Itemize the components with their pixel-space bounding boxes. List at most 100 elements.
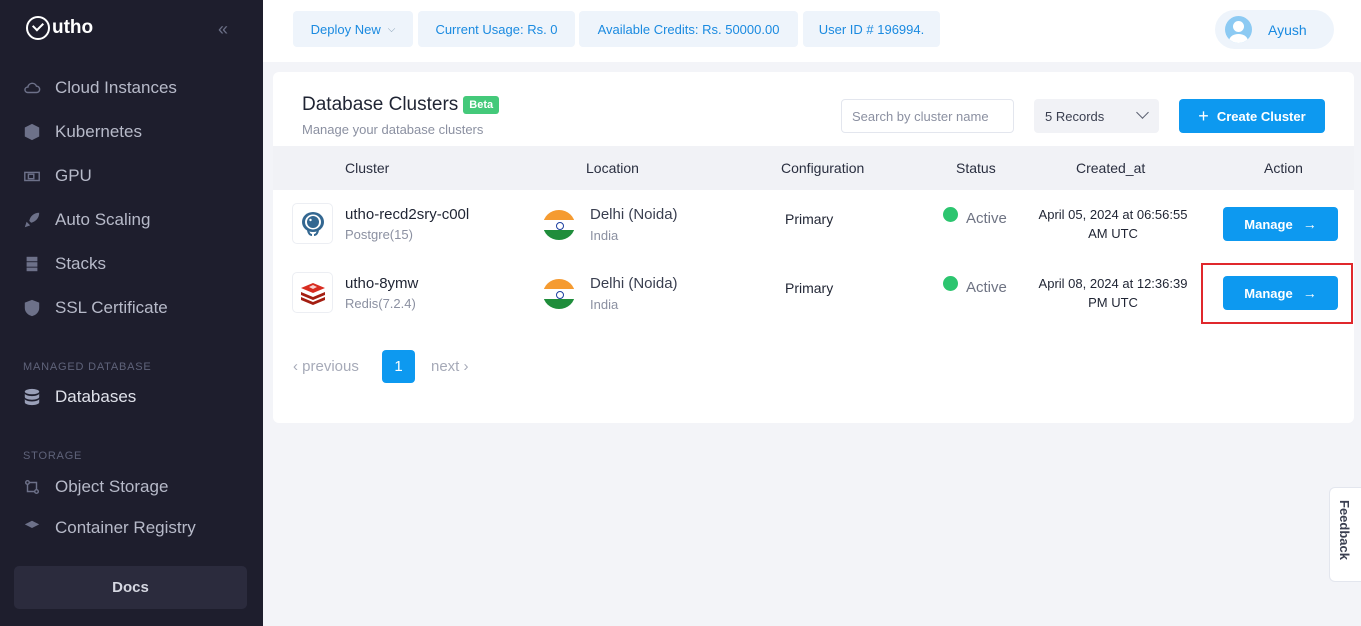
created-at-line2: PM UTC [1088,295,1138,310]
created-at-line2: AM UTC [1088,226,1138,241]
chevron-down-icon [1136,106,1149,119]
sidebar-item-label: Auto Scaling [55,210,151,229]
status-dot-icon [943,207,958,222]
sidebar-item-label: Object Storage [55,477,169,496]
india-flag-icon [543,210,575,240]
sidebar-item-databases[interactable]: Databases [22,385,136,409]
arrow-right-icon: → [1302,216,1317,232]
page-subtitle: Manage your database clusters [302,122,484,137]
kubernetes-icon [22,122,42,142]
location-name: Delhi (Noida) [590,206,678,223]
top-bar: Deploy New ⌵ Current Usage: Rs. 0 Availa… [263,0,1361,62]
column-header-action: Action [1264,160,1303,176]
table-header: Cluster Location Configuration Status Cr… [273,146,1354,190]
manage-label: Manage [1244,285,1293,301]
sidebar-item-ssl-certificate[interactable]: SSL Certificate [22,296,168,320]
page-title-wrap: Database Clusters Beta [302,94,500,116]
database-clusters-card: Database Clusters Beta Manage your datab… [273,72,1354,423]
sidebar-item-cloud-instances[interactable]: Cloud Instances [22,76,177,100]
status-badge: Active [966,279,1007,296]
configuration: Primary [785,211,834,227]
column-header-location: Location [586,160,639,176]
status-badge: Active [966,210,1007,227]
previous-page-link[interactable]: ‹ previous [293,358,359,375]
brand-name: utho [52,17,94,38]
available-credits-chip[interactable]: Available Credits: Rs. 50000.00 [579,11,798,47]
location-country: India [590,228,619,243]
configuration: Primary [785,280,834,296]
docs-button[interactable]: Docs [14,566,247,609]
page-1-button[interactable]: 1 [382,350,415,383]
table-row: utho-recd2sry-c00l Postgre(15) Delhi (No… [273,190,1354,259]
sidebar-item-label: SSL Certificate [55,298,168,317]
stacks-icon [22,254,42,274]
deploy-new-label: Deploy New [310,21,381,37]
sidebar-item-container-registry[interactable]: Container Registry [22,518,196,538]
chevron-down-icon: ⌵ [387,23,396,35]
gpu-icon [22,166,42,186]
sidebar-item-label: Stacks [55,254,107,273]
collapse-sidebar-icon[interactable]: « [218,19,228,40]
cluster-name[interactable]: utho-8ymw [345,275,418,292]
section-label-storage: STORAGE [23,450,83,462]
current-usage-chip[interactable]: Current Usage: Rs. 0 [418,11,575,47]
created-at-line1: April 08, 2024 at 12:36:39 [1038,276,1188,291]
database-icon [22,387,42,407]
status-dot-icon [943,276,958,291]
beta-badge: Beta [463,96,500,114]
rocket-icon [22,210,42,230]
cloud-icon [22,78,42,98]
deploy-new-dropdown[interactable]: Deploy New ⌵ [293,11,413,47]
postgres-icon [292,203,333,244]
table-row: utho-8ymw Redis(7.2.4) Delhi (Noida) Ind… [273,259,1354,328]
created-at: April 05, 2024 at 06:56:55 AM UTC [1033,205,1193,243]
sidebar-item-auto-scaling[interactable]: Auto Scaling [22,208,150,232]
object-storage-icon [22,477,42,497]
manage-label: Manage [1244,216,1293,232]
container-icon [22,518,42,538]
avatar [1225,16,1252,43]
user-id-chip[interactable]: User ID # 196994. [803,11,940,47]
sidebar-item-stacks[interactable]: Stacks [22,252,106,276]
created-at: April 08, 2024 at 12:36:39 PM UTC [1033,274,1193,312]
plus-icon: + [1198,105,1209,126]
manage-button[interactable]: Manage → [1223,276,1338,310]
sidebar-item-kubernetes[interactable]: Kubernetes [22,120,142,144]
redis-icon [292,272,333,313]
sidebar-item-label: Kubernetes [55,122,142,141]
brand-logo[interactable]: utho [26,16,93,40]
sidebar-item-label: Container Registry [55,518,196,537]
page-title: Database Clusters [302,94,459,115]
sidebar-item-label: GPU [55,166,92,185]
column-header-created-at: Created_at [1076,160,1146,176]
location-country: India [590,297,619,312]
sidebar: utho « Cloud Instances Kubernetes GPU Au… [0,0,263,626]
sidebar-item-object-storage[interactable]: Object Storage [22,475,168,499]
user-name: Ayush [1268,21,1307,38]
shield-icon [22,298,42,318]
next-page-link[interactable]: next › [431,358,469,375]
cluster-engine: Redis(7.2.4) [345,296,416,311]
records-select[interactable]: 5 Records [1034,99,1159,133]
cluster-name[interactable]: utho-recd2sry-c00l [345,206,469,223]
sidebar-item-gpu[interactable]: GPU [22,164,92,188]
column-header-status: Status [956,160,996,176]
search-input[interactable] [841,99,1014,133]
column-header-configuration: Configuration [781,160,865,176]
column-header-cluster: Cluster [345,160,390,176]
manage-button[interactable]: Manage → [1223,207,1338,241]
pagination: ‹ previous 1 next › [273,350,673,384]
records-label: 5 Records [1045,108,1105,124]
utho-logo-icon [26,16,50,40]
feedback-label: Feedback [1337,500,1352,560]
cluster-engine: Postgre(15) [345,227,413,242]
arrow-right-icon: → [1302,285,1317,301]
feedback-tab[interactable]: Feedback [1329,487,1361,582]
user-menu[interactable]: Ayush [1215,10,1334,49]
sidebar-item-label: Databases [55,387,137,406]
create-cluster-button[interactable]: + Create Cluster [1179,99,1325,133]
section-label-managed-database: MANAGED DATABASE [23,361,152,373]
create-cluster-label: Create Cluster [1216,108,1306,124]
location-name: Delhi (Noida) [590,275,678,292]
created-at-line1: April 05, 2024 at 06:56:55 [1038,207,1188,222]
